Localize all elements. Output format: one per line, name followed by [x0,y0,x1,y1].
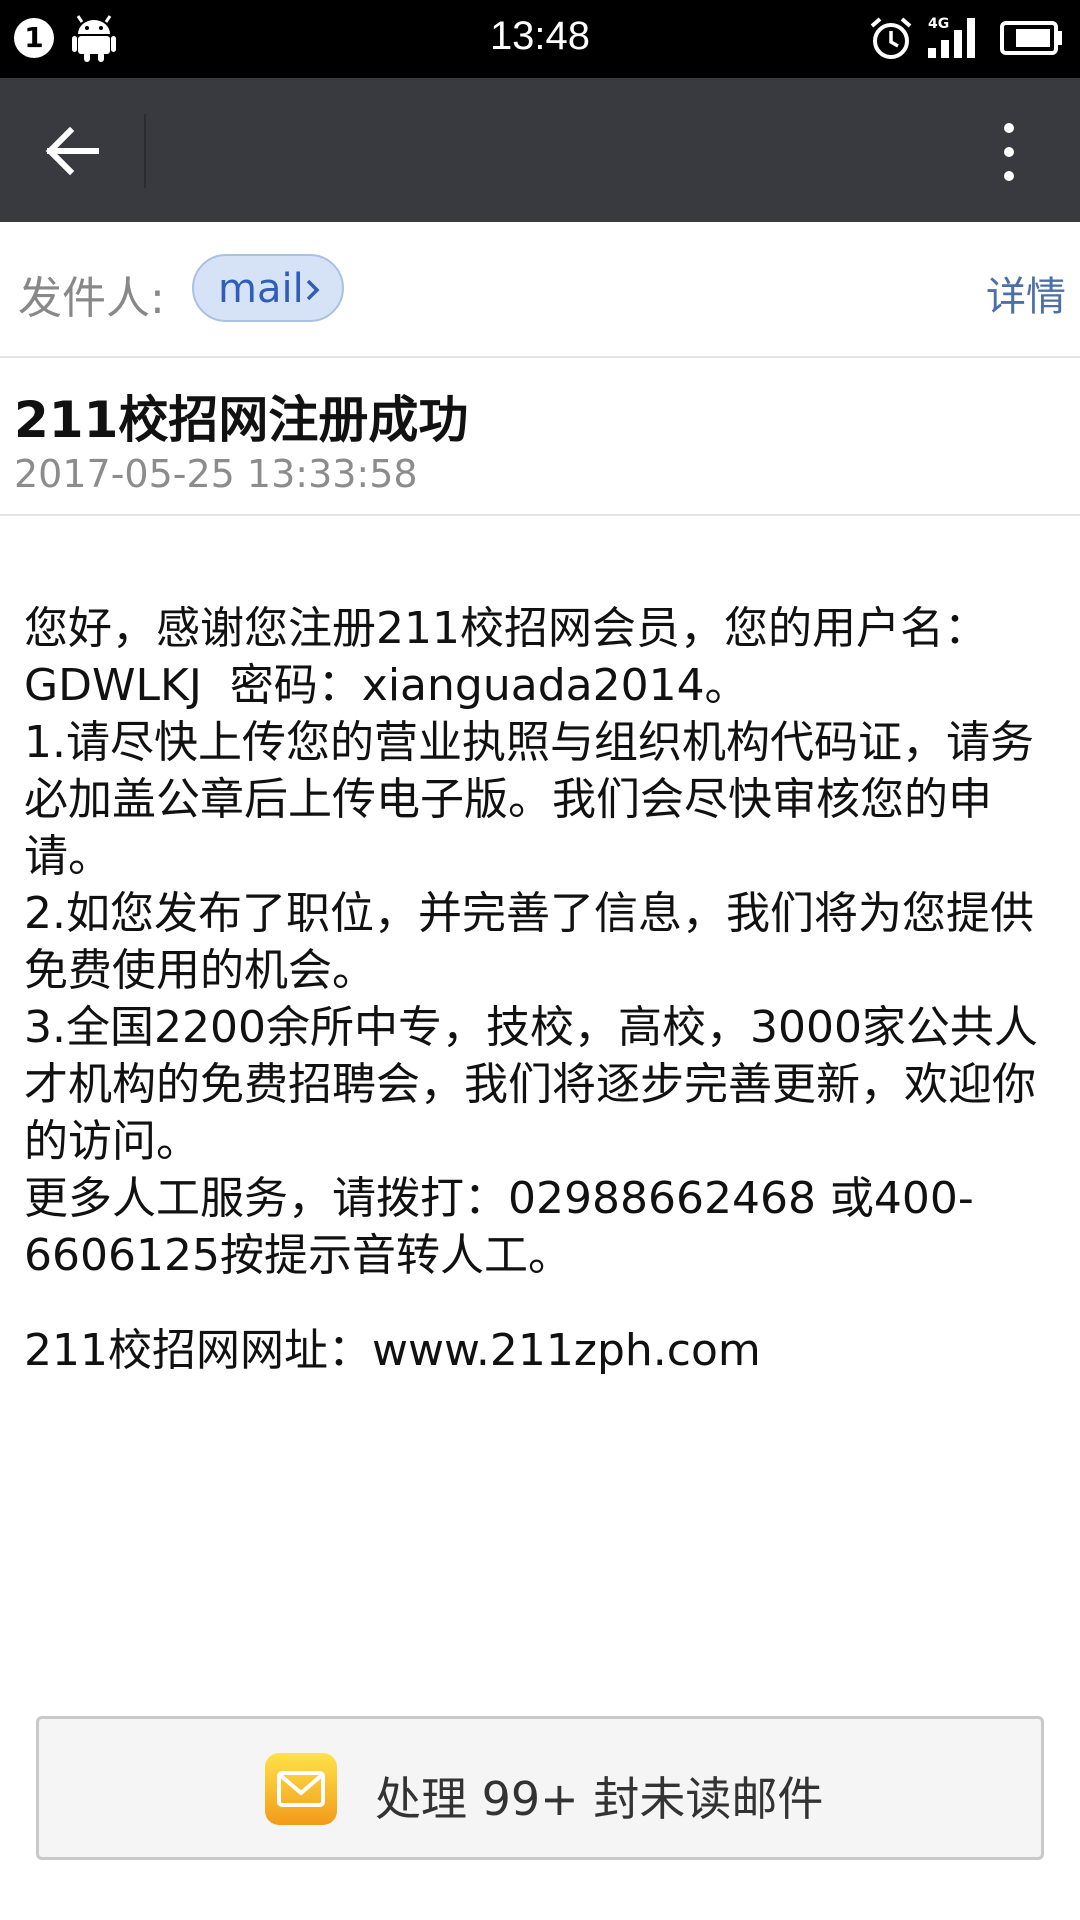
unread-button-label: 处理 99+ 封未读邮件 [375,1772,824,1826]
status-time: 13:48 [489,14,591,58]
battery-icon [1000,21,1062,55]
body-paragraph: 1.请尽快上传您的营业执照与组织机构代码证，请务必加盖公章后上传电子版。我们会尽… [24,717,1034,882]
subject-title: 211校招网注册成功 [14,391,469,449]
alarm-icon [870,17,912,59]
mail-icon [265,1753,337,1825]
status-bar: 1 13:48 4G [0,0,1080,78]
website-line: 211校招网网址：www.211zph.com [24,1325,761,1376]
subject-block: 211校招网注册成功 2017-05-25 13:33:58 [0,358,1080,516]
app-bar [0,78,1080,222]
sender-row: 发件人: mail 详情 [0,222,1080,358]
subject-date: 2017-05-25 13:33:58 [14,452,418,496]
details-link[interactable]: 详情 [986,264,1066,322]
sender-name: mail [218,266,304,312]
body-paragraph: 2.如您发布了职位，并完善了信息，我们将为您提供免费使用的机会。 [24,888,1034,996]
process-unread-button[interactable]: 处理 99+ 封未读邮件 [36,1716,1044,1860]
mail-body: 您好，感谢您注册211校招网会员，您的用户名：GDWLKJ 密码：xiangua… [24,600,1064,1379]
back-arrow-icon[interactable] [30,116,116,186]
sender-label: 发件人: [18,273,165,324]
sender-chip[interactable]: mail [192,254,344,322]
body-paragraph: 3.全国2200余所中专，技校，高校，3000家公共人才机构的免费招聘会，我们将… [24,1002,1038,1167]
more-vert-icon[interactable] [984,118,1034,186]
signal-icon [928,18,975,58]
body-paragraph: 更多人工服务，请拨打：02988662468 或400-6606125按提示音转… [24,1173,974,1281]
app-bar-divider [144,114,146,188]
body-paragraph: 您好，感谢您注册211校招网会员，您的用户名：GDWLKJ 密码：xiangua… [24,603,988,711]
chevron-right-icon [306,279,320,301]
